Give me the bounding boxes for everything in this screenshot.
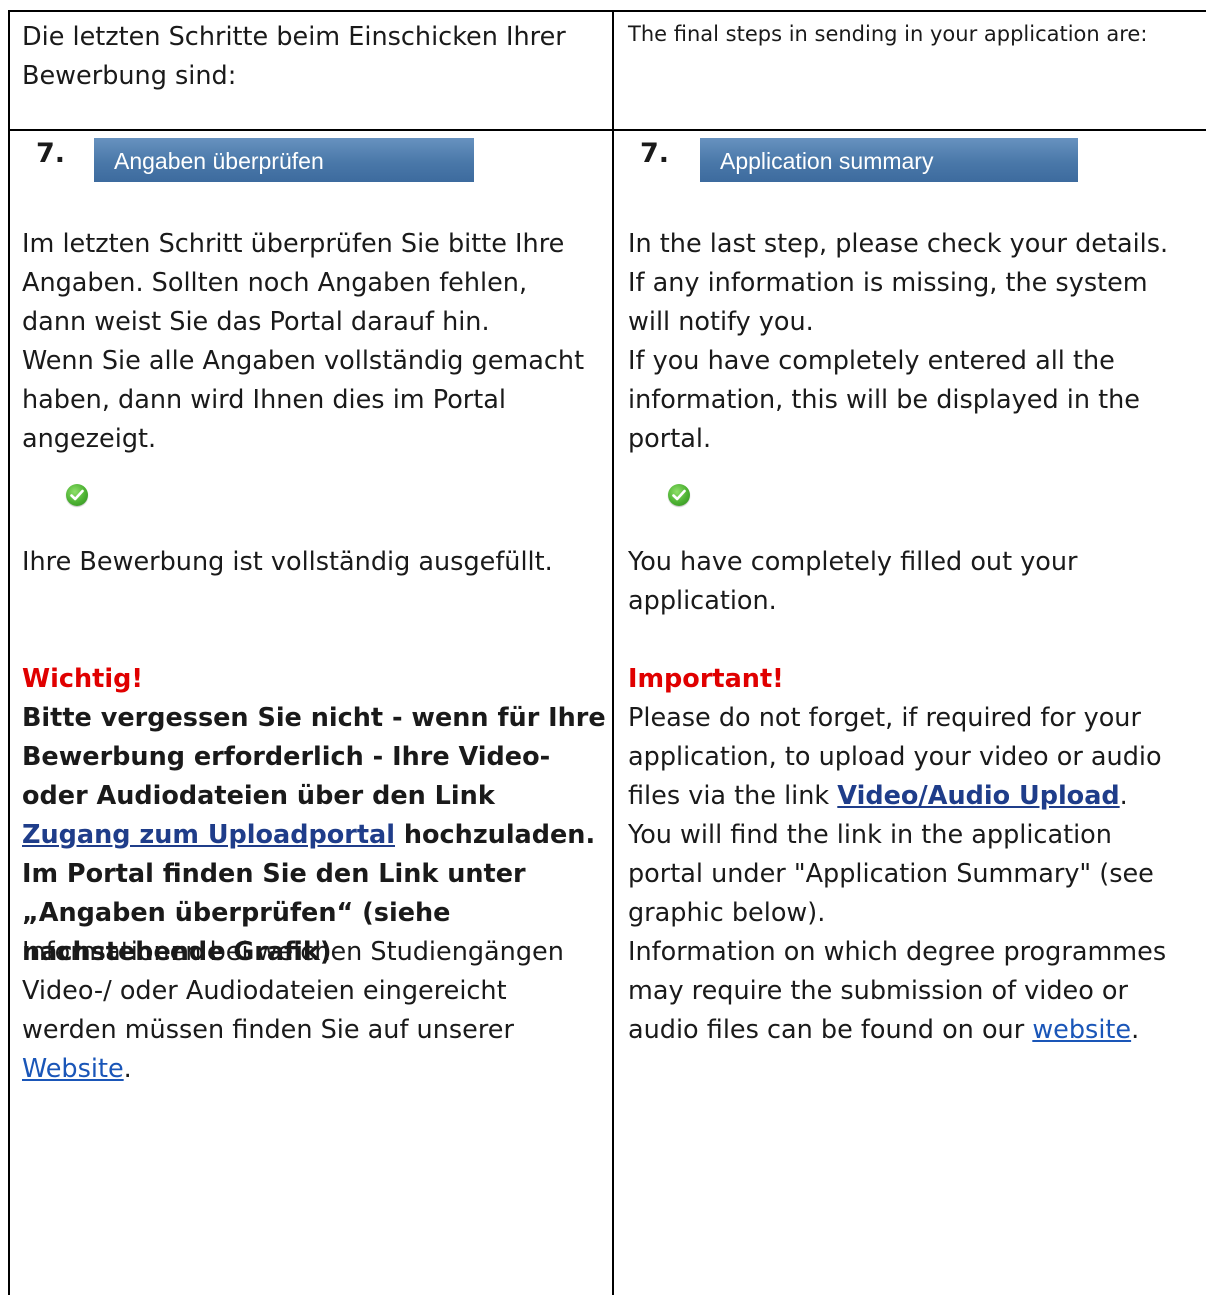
important-heading-en: Important!	[628, 664, 784, 694]
checkmark-icon	[668, 484, 690, 506]
step-button-angaben: Angaben überprüfen	[94, 138, 474, 182]
step-button-summary: Application summary	[700, 138, 1078, 182]
step-number-de: 7.	[36, 138, 66, 169]
important-heading-de: Wichtig!	[22, 664, 143, 694]
complete-text-english: You have completely filled out your appl…	[628, 547, 1078, 616]
website-link-de[interactable]: Website	[22, 1054, 124, 1084]
intro-german: Die letzten Schritte beim Einschicken Ih…	[22, 22, 566, 91]
step-number-en: 7.	[640, 138, 670, 169]
checkmark-icon	[66, 484, 88, 506]
complete-text-german: Ihre Bewerbung ist vollständig ausgefüll…	[22, 547, 553, 577]
video-audio-upload-link[interactable]: Video/Audio Upload	[837, 781, 1119, 811]
column-divider	[612, 10, 614, 1295]
important-german: Wichtig! Bitte vergessen Sie nicht - wen…	[22, 660, 612, 972]
info-english: Information on which degree programmes m…	[628, 937, 1167, 1045]
intro-english: The final steps in sending in your appli…	[628, 22, 1148, 46]
important-english: Important! Please do not forget, if requ…	[628, 660, 1203, 933]
check-text-english: In the last step, please check your deta…	[628, 229, 1169, 454]
table-frame	[8, 10, 1206, 1295]
check-text-german: Im letzten Schritt überprüfen Sie bitte …	[22, 229, 585, 454]
info-german: Informationen bei welchen Studiengängen …	[22, 937, 564, 1084]
website-link-en[interactable]: website	[1032, 1015, 1131, 1045]
upload-portal-link[interactable]: Zugang zum Uploadportal	[22, 820, 395, 850]
row-divider	[8, 129, 1206, 131]
